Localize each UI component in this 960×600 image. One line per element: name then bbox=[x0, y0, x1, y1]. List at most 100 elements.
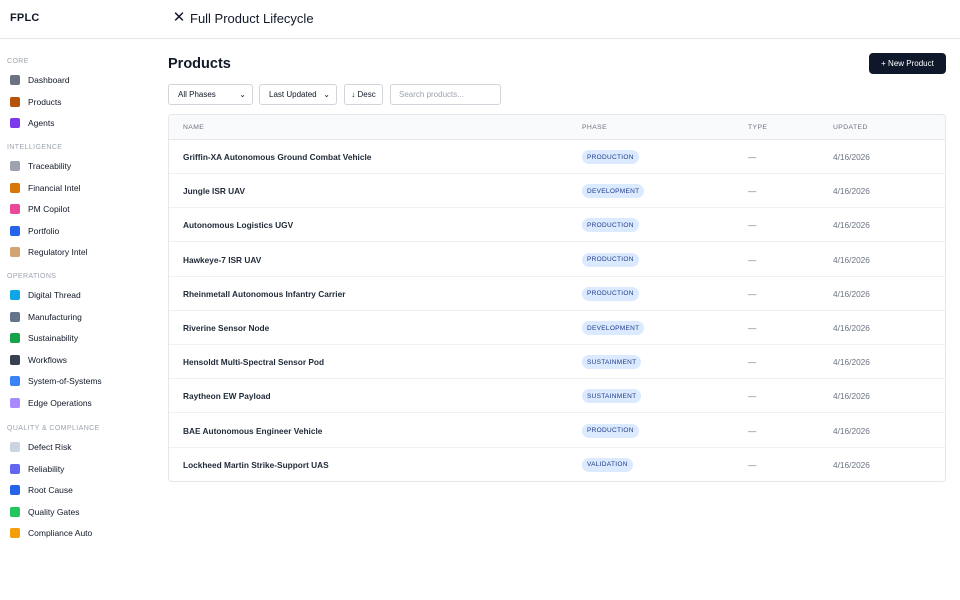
sidebar-item-label: Workflows bbox=[28, 354, 68, 365]
sidebar-item-agents[interactable]: Agents bbox=[6, 114, 144, 132]
close-icon[interactable]: ✕ bbox=[172, 10, 186, 26]
product-type: — bbox=[748, 459, 757, 470]
product-type: — bbox=[748, 288, 757, 299]
new-product-button[interactable]: + New Product bbox=[869, 53, 946, 74]
table-row[interactable]: Autonomous Logistics UGV PRODUCTION — 4/16/… bbox=[169, 208, 945, 243]
sort-direction-button[interactable]: ↓ Desc bbox=[344, 84, 383, 105]
sidebar-item-workflows[interactable]: Workflows bbox=[6, 351, 144, 369]
sidebar-item-label: Defect Risk bbox=[28, 442, 72, 452]
page-title: Products bbox=[168, 56, 231, 72]
table-row[interactable]: Rheinmetall Autonomous Infantry Carrier P… bbox=[169, 277, 945, 311]
bar-chart-icon bbox=[10, 225, 20, 236]
product-name: Hawkeye-7 ISR UAV bbox=[183, 254, 262, 265]
table-row[interactable]: Lockheed Martin Strike-Support UAS VALIDA… bbox=[169, 448, 945, 481]
sort-select[interactable]: Last Updated ⌄ bbox=[259, 84, 337, 105]
updated-date: 4/16/2026 bbox=[833, 459, 870, 470]
sidebar-item-label: Edge Operations bbox=[28, 398, 92, 408]
sidebar-item-regulatory-intel[interactable]: Regulatory Intel bbox=[6, 243, 144, 261]
product-type: — bbox=[748, 323, 757, 333]
sidebar-item-label: Reliability bbox=[28, 463, 65, 474]
updated-date: 4/16/2026 bbox=[833, 391, 870, 402]
brand-logo: FPLC bbox=[10, 12, 40, 24]
table-row[interactable]: Hawkeye-7 ISR UAV PRODUCTION — 4/16/2026 bbox=[169, 243, 945, 277]
sidebar-item-label: Root Cause bbox=[28, 485, 73, 496]
product-type: — bbox=[748, 391, 757, 402]
sidebar-item-products[interactable]: Products bbox=[6, 93, 144, 111]
sidebar-item-defect-risk[interactable]: Defect Risk bbox=[6, 438, 144, 456]
product-name: Jungle ISR UAV bbox=[183, 186, 246, 197]
phase-filter-value: All Phases bbox=[178, 90, 216, 99]
product-name: BAE Autonomous Engineer Vehicle bbox=[183, 425, 323, 436]
sidebar-item-quality-gates[interactable]: Quality Gates bbox=[6, 503, 144, 521]
sidebar-item-portfolio[interactable]: Portfolio bbox=[6, 222, 144, 240]
phase-filter-select[interactable]: All Phases ⌄ bbox=[168, 84, 253, 105]
sort-value: Last Updated bbox=[269, 90, 317, 99]
table-row[interactable]: BAE Autonomous Engineer Vehicle PRODUCTIO… bbox=[169, 414, 945, 448]
sidebar-item-label: Manufacturing bbox=[28, 311, 82, 322]
column-header-phase[interactable]: PHASE bbox=[582, 124, 607, 131]
sidebar-item-label: Products bbox=[28, 96, 62, 107]
sidebar-item-sustainability[interactable]: Sustainability bbox=[6, 329, 144, 347]
sidebar-item-compliance-auto[interactable]: Compliance Auto bbox=[6, 524, 144, 542]
sidebar-item-system-of-systems[interactable]: System-of-Systems bbox=[6, 372, 144, 390]
sidebar-item-reliability[interactable]: Reliability bbox=[6, 460, 144, 478]
sidebar-item-label: Portfolio bbox=[28, 225, 60, 236]
updated-date: 4/16/2026 bbox=[833, 425, 870, 436]
chevron-down-icon: ⌄ bbox=[323, 90, 330, 99]
sidebar-section-title: OPERATIONS bbox=[7, 273, 57, 280]
bar-chart-icon bbox=[10, 75, 20, 85]
globe-icon bbox=[10, 290, 20, 300]
package-icon bbox=[10, 96, 20, 107]
sidebar-item-label: Dashboard bbox=[28, 75, 70, 85]
phase-badge: PRODUCTION bbox=[582, 286, 639, 301]
product-type: — bbox=[748, 254, 757, 265]
table-row[interactable]: Jungle ISR UAV DEVELOPMENT — 4/16/2026 bbox=[169, 174, 945, 209]
updated-date: 4/16/2026 bbox=[833, 220, 870, 231]
column-header-name[interactable]: NAME bbox=[183, 124, 204, 131]
checkbox-icon bbox=[10, 506, 20, 517]
sidebar-item-manufacturing[interactable]: Manufacturing bbox=[6, 308, 144, 326]
sidebar-item-dashboard[interactable]: Dashboard bbox=[6, 71, 144, 89]
sidebar-item-label: Compliance Auto bbox=[28, 528, 93, 539]
sidebar-section-title: INTELLIGENCE bbox=[7, 144, 63, 151]
sidebar-item-financial-intel[interactable]: Financial Intel bbox=[6, 179, 144, 197]
table-row[interactable]: Raytheon EW Payload SUSTAINMENT — 4/16/2026 bbox=[169, 379, 945, 414]
phase-badge: PRODUCTION bbox=[582, 423, 639, 438]
updated-date: 4/16/2026 bbox=[833, 357, 870, 368]
search-input[interactable] bbox=[390, 84, 501, 105]
phase-badge: PRODUCTION bbox=[582, 252, 639, 267]
product-name: Autonomous Logistics UGV bbox=[183, 220, 294, 231]
sidebar-item-edge-operations[interactable]: Edge Operations bbox=[6, 394, 144, 412]
table-row[interactable]: Griffin-XA Autonomous Ground Combat Vehi… bbox=[169, 140, 945, 174]
app-title: Full Product Lifecycle bbox=[190, 11, 314, 26]
product-name: Hensoldt Multi-Spectral Sensor Pod bbox=[183, 357, 325, 368]
product-type: — bbox=[748, 186, 757, 197]
product-type: — bbox=[748, 220, 757, 231]
table-row[interactable]: Riverine Sensor Node DEVELOPMENT — 4/16/202… bbox=[169, 311, 945, 345]
lock-icon bbox=[10, 528, 20, 539]
product-type: — bbox=[748, 152, 757, 162]
sidebar-item-digital-thread[interactable]: Digital Thread bbox=[6, 286, 144, 304]
main-content: Products + New Product All Phases ⌄ Last… bbox=[168, 40, 946, 600]
phase-badge: DEVELOPMENT bbox=[582, 184, 645, 199]
sidebar-item-traceability[interactable]: Traceability bbox=[6, 157, 144, 175]
product-name: Rheinmetall Autonomous Infantry Carrier bbox=[183, 288, 346, 299]
sidebar-item-root-cause[interactable]: Root Cause bbox=[6, 481, 144, 499]
column-header-type[interactable]: TYPE bbox=[748, 124, 767, 131]
product-type: — bbox=[748, 425, 757, 436]
updated-date: 4/16/2026 bbox=[833, 186, 870, 197]
column-header-updated[interactable]: UPDATED bbox=[833, 124, 868, 131]
network-icon bbox=[10, 376, 20, 387]
table-row[interactable]: Hensoldt Multi-Spectral Sensor Pod SUSTAI… bbox=[169, 345, 945, 380]
top-bar: FPLC ✕ Full Product Lifecycle bbox=[0, 0, 960, 39]
sidebar-item-label: PM Copilot bbox=[28, 204, 70, 215]
updated-date: 4/16/2026 bbox=[833, 288, 870, 299]
product-name: Raytheon EW Payload bbox=[183, 391, 271, 402]
filter-bar: All Phases ⌄ Last Updated ⌄ ↓ Desc bbox=[168, 84, 946, 105]
sidebar-item-label: Agents bbox=[28, 118, 55, 129]
sidebar-item-label: Quality Gates bbox=[28, 506, 80, 517]
shield-icon bbox=[10, 442, 20, 452]
phase-badge: SUSTAINMENT bbox=[582, 389, 642, 404]
sidebar-item-pm-copilot[interactable]: PM Copilot bbox=[6, 200, 144, 218]
sidebar-section-title: QUALITY & COMPLIANCE bbox=[7, 425, 100, 432]
